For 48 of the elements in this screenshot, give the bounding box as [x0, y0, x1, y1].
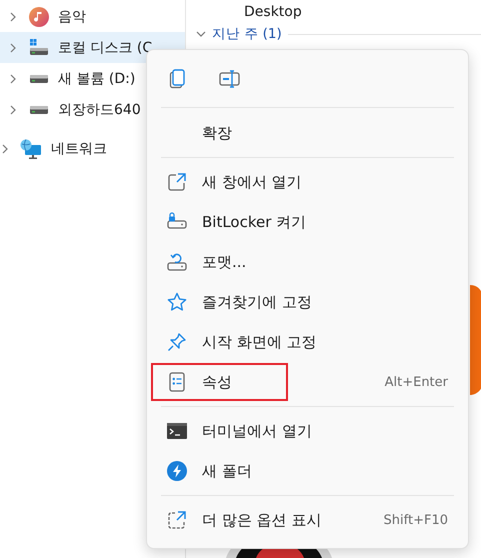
chevron-icon[interactable]	[9, 42, 17, 52]
lightning-icon	[167, 461, 187, 481]
drive-icon	[29, 38, 49, 58]
menu-item-label: 시작 화면에 고정	[202, 332, 317, 352]
menu-item[interactable]: 즐겨찾기에 고정	[151, 282, 464, 322]
music-icon	[29, 6, 49, 26]
chevron-icon[interactable]	[1, 144, 9, 154]
menu-item[interactable]: 속성 Alt+Enter	[151, 362, 464, 402]
menu-item[interactable]: 포맷...	[151, 242, 464, 282]
tree-item-label: 음악	[58, 8, 86, 26]
file-name[interactable]: Desktop	[244, 4, 302, 20]
pin-icon	[167, 332, 187, 352]
menu-item-label: 포맷...	[202, 252, 246, 272]
menu-item-label: BitLocker 켜기	[202, 212, 306, 232]
network-icon	[20, 138, 42, 158]
chevron-icon[interactable]	[9, 104, 17, 114]
format-icon	[167, 252, 187, 272]
menu-item[interactable]: 터미널에서 열기	[151, 411, 464, 451]
menu-item-label: 즐겨찾기에 고정	[202, 292, 312, 312]
tree-item-label: 외장하드640	[58, 100, 141, 118]
more-options-icon	[167, 510, 187, 530]
chevron-icon[interactable]	[196, 30, 206, 38]
shortcut-text: Alt+Enter	[384, 374, 448, 390]
tree-item-label: 새 볼륨 (D:)	[58, 70, 136, 88]
menu-item-label: 확장	[202, 124, 232, 142]
menu-item[interactable]: 새 창에서 열기	[151, 162, 464, 202]
properties-icon	[169, 372, 185, 392]
shortcut-text: Shift+F10	[384, 512, 448, 528]
star-icon	[167, 292, 187, 312]
menu-item-label: 터미널에서 열기	[202, 422, 312, 440]
copy-icon	[169, 68, 187, 88]
menu-item[interactable]: 시작 화면에 고정	[151, 322, 464, 362]
open-window-icon	[167, 172, 187, 192]
rename-icon	[219, 68, 241, 88]
tree-item[interactable]: 음악	[0, 1, 185, 32]
terminal-icon	[167, 422, 187, 440]
group-header[interactable]: 지난 주 (1)	[212, 26, 282, 42]
tree-item[interactable]: 새 볼륨 (D:)	[0, 63, 185, 94]
menu-item-label: 더 많은 옵션 표시	[202, 510, 322, 530]
menu-item-label: 새 창에서 열기	[202, 172, 302, 192]
chevron-icon[interactable]	[9, 74, 17, 84]
chevron-icon[interactable]	[9, 12, 17, 22]
menu-item-label: 속성	[202, 372, 232, 392]
tree-item-label: 네트워크	[51, 140, 107, 158]
menu-item-label: 새 폴더	[202, 462, 252, 480]
menu-item[interactable]: BitLocker 켜기	[151, 202, 464, 242]
menu-item[interactable]: 새 폴더	[151, 451, 464, 491]
menu-item[interactable]: 더 많은 옵션 표시 Shift+F10	[151, 500, 464, 540]
